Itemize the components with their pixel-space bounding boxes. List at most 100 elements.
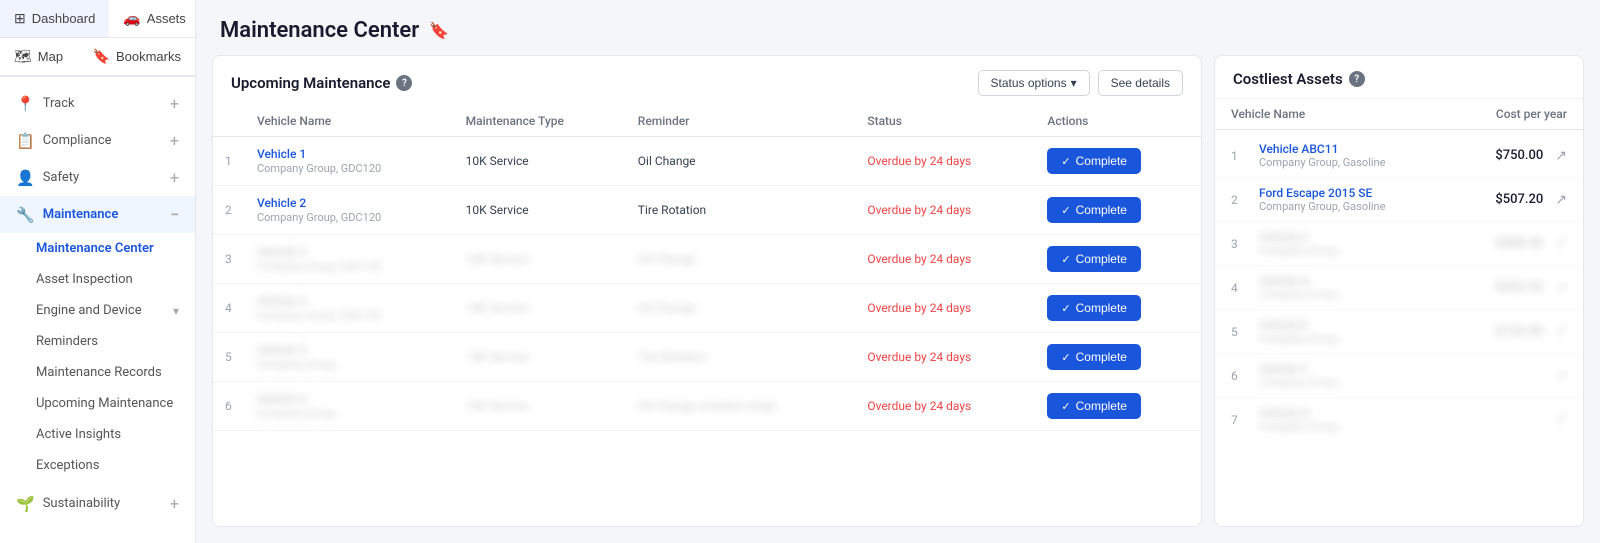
vehicle-cell: Vehicle 2 Company Group, GDC120 [245, 186, 454, 235]
bookmarks-icon: 🔖 [93, 48, 110, 65]
asset-arrow-icon[interactable]: ↗ [1555, 412, 1567, 428]
row-num: 5 [213, 333, 245, 382]
see-details-button[interactable]: See details [1098, 70, 1183, 96]
complete-button[interactable]: ✓ Complete [1047, 344, 1141, 370]
asset-sub: Company Group [1259, 376, 1461, 389]
assets-col-cost: Cost per year [1496, 107, 1567, 121]
asset-cost: $263.52 [1473, 280, 1543, 295]
map-icon: 🗺 [14, 48, 32, 65]
asset-name[interactable]: Vehicle C [1259, 230, 1461, 244]
row-num: 3 [213, 235, 245, 284]
asset-name[interactable]: Vehicle G [1259, 406, 1461, 420]
asset-name[interactable]: Vehicle ABC11 [1259, 142, 1461, 156]
maintenance-panel-actions: Status options ▾ See details [978, 70, 1183, 96]
complete-button[interactable]: ✓ Complete [1047, 393, 1141, 419]
status-cell: Overdue by 24 days [855, 235, 1035, 284]
sidebar-item-track[interactable]: 📍 Track + [0, 85, 195, 122]
asset-arrow-icon[interactable]: ↗ [1555, 192, 1567, 208]
sidebar-item-maintenance[interactable]: 🔧 Maintenance − [0, 196, 195, 233]
asset-name[interactable]: Vehicle D [1259, 274, 1461, 288]
sidebar-item-label: Track [43, 96, 75, 111]
row-num: 1 [213, 137, 245, 186]
sidebar-submenu-exceptions[interactable]: Exceptions [0, 450, 195, 481]
complete-button[interactable]: ✓ Complete [1047, 246, 1141, 272]
dashboard-label: Dashboard [32, 11, 96, 26]
dashboard-button[interactable]: ⊞ Dashboard [0, 0, 109, 38]
maintenance-panel-title: Upcoming Maintenance ? [231, 74, 412, 92]
asset-arrow-icon[interactable]: ↗ [1555, 368, 1567, 384]
assets-table: 1 Vehicle ABC11 Company Group, Gasoline … [1215, 130, 1583, 526]
reminder-cell: Oil Change [626, 284, 856, 333]
sidebar-submenu-asset-inspection[interactable]: Asset Inspection [0, 264, 195, 295]
vehicle-link[interactable]: Vehicle 4 [257, 294, 442, 308]
status-cell: Overdue by 24 days [855, 382, 1035, 431]
list-item: 1 Vehicle ABC11 Company Group, Gasoline … [1215, 134, 1583, 178]
vehicle-link[interactable]: Vehicle 1 [257, 147, 442, 161]
check-icon: ✓ [1061, 400, 1070, 413]
assets-help-icon[interactable]: ? [1349, 71, 1365, 87]
asset-arrow-icon[interactable]: ↗ [1555, 236, 1567, 252]
maintenance-help-icon[interactable]: ? [396, 75, 412, 91]
sidebar-submenu-reminders[interactable]: Reminders [0, 326, 195, 357]
asset-name[interactable]: Ford Escape 2015 SE [1259, 186, 1461, 200]
sidebar-menu: 📍 Track + 📋 Compliance + 👤 Safety + 🔧 [0, 77, 195, 543]
status-cell: Overdue by 24 days [855, 284, 1035, 333]
sidebar-top-row-1: ⊞ Dashboard 🚗 Assets [0, 0, 195, 38]
vehicle-link[interactable]: Vehicle 2 [257, 196, 442, 210]
complete-button[interactable]: ✓ Complete [1047, 295, 1141, 321]
list-item: 4 Vehicle D Company Group $263.52 ↗ [1215, 266, 1583, 310]
bookmarks-button[interactable]: 🔖 Bookmarks [79, 38, 195, 76]
vehicle-sub: Company Group, GDC120 [257, 162, 381, 175]
sidebar-submenu-maintenance-records[interactable]: Maintenance Records [0, 357, 195, 388]
assets-col-header: Vehicle Name Cost per year [1215, 99, 1583, 130]
asset-name[interactable]: Vehicle F [1259, 362, 1461, 376]
asset-cost: $132.00 [1473, 324, 1543, 339]
action-cell: ✓ Complete [1035, 235, 1201, 284]
page-header: Maintenance Center 🔖 [196, 0, 1600, 55]
asset-name[interactable]: Vehicle E [1259, 318, 1461, 332]
sidebar-item-safety[interactable]: 👤 Safety + [0, 159, 195, 196]
assets-icon: 🚗 [123, 10, 140, 27]
row-num: 2 [213, 186, 245, 235]
map-button[interactable]: 🗺 Map [0, 38, 79, 76]
complete-button[interactable]: ✓ Complete [1047, 197, 1141, 223]
sustainability-icon: 🌱 [16, 495, 35, 513]
col-status: Status [855, 106, 1035, 137]
sidebar-submenu-engine-device[interactable]: Engine and Device ▾ [0, 295, 195, 326]
asset-info: Vehicle F Company Group [1259, 362, 1461, 389]
action-cell: ✓ Complete [1035, 137, 1201, 186]
table-row: 4 Vehicle 4 Company Group, GDC120 10K Se… [213, 284, 1201, 333]
page-bookmark-icon[interactable]: 🔖 [429, 21, 449, 40]
asset-arrow-icon[interactable]: ↗ [1555, 148, 1567, 164]
status-options-button[interactable]: Status options ▾ [978, 70, 1090, 96]
sidebar-item-sustainability[interactable]: 🌱 Sustainability + [0, 485, 195, 522]
content-area: Upcoming Maintenance ? Status options ▾ … [196, 55, 1600, 543]
assets-button[interactable]: 🚗 Assets [109, 0, 199, 38]
sidebar-submenu-active-insights[interactable]: Active Insights [0, 419, 195, 450]
col-maintenance-type: Maintenance Type [454, 106, 626, 137]
asset-arrow-icon[interactable]: ↗ [1555, 280, 1567, 296]
compliance-expand-icon: + [170, 131, 179, 150]
list-item: 5 Vehicle E Company Group $132.00 ↗ [1215, 310, 1583, 354]
maintenance-type-cell: 10K Service [454, 186, 626, 235]
col-vehicle-name: Vehicle Name [245, 106, 454, 137]
vehicle-link[interactable]: Vehicle 6 [257, 392, 442, 406]
reminder-cell: Oil Change [626, 137, 856, 186]
col-reminder: Reminder [626, 106, 856, 137]
asset-sub: Company Group, Gasoline [1259, 200, 1461, 213]
assets-panel-header: Costliest Assets ? [1215, 56, 1583, 99]
col-actions: Actions [1035, 106, 1201, 137]
dashboard-icon: ⊞ [14, 10, 26, 27]
sidebar-submenu-maintenance-center[interactable]: Maintenance Center [0, 233, 195, 264]
asset-info: Vehicle E Company Group [1259, 318, 1461, 345]
vehicle-sub: Company Group [257, 358, 336, 371]
sidebar-submenu-upcoming-maintenance[interactable]: Upcoming Maintenance [0, 388, 195, 419]
sidebar-item-label: Sustainability [43, 496, 121, 511]
vehicle-link[interactable]: Vehicle 3 [257, 245, 442, 259]
asset-arrow-icon[interactable]: ↗ [1555, 324, 1567, 340]
complete-button[interactable]: ✓ Complete [1047, 148, 1141, 174]
vehicle-link[interactable]: Vehicle 5 [257, 343, 442, 357]
check-icon: ✓ [1061, 351, 1070, 364]
table-row: 5 Vehicle 5 Company Group 10K Service Ti… [213, 333, 1201, 382]
sidebar-item-compliance[interactable]: 📋 Compliance + [0, 122, 195, 159]
